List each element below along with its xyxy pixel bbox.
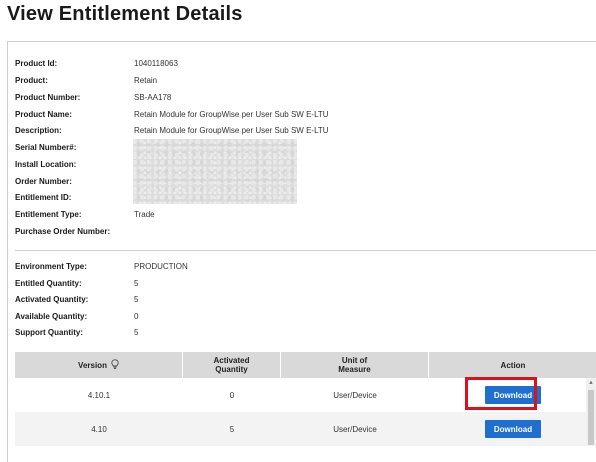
cell-version: 4.10.1: [87, 390, 111, 400]
scroll-up-icon[interactable]: ▲: [588, 380, 594, 386]
quantity-value: 5: [134, 328, 139, 337]
detail-label: Entitlement Type:: [15, 210, 82, 219]
detail-label: Product:: [15, 76, 48, 85]
lightbulb-icon[interactable]: [111, 358, 119, 372]
detail-label: Entitlement ID:: [15, 193, 72, 202]
table-header: Version Activated Quantity Unit of Measu…: [15, 352, 596, 378]
cell-unit-of-measure: User/Device: [333, 424, 377, 434]
detail-value: SB-AA178: [134, 93, 172, 102]
detail-label: Product Number:: [15, 93, 81, 102]
table-row: 4.10 5 User/Device Download: [15, 412, 596, 446]
highlight-box: [465, 377, 537, 410]
detail-value: Retain: [134, 76, 158, 85]
quantity-label: Activated Quantity:: [15, 295, 89, 304]
quantity-label: Support Quantity:: [15, 328, 83, 337]
cell-unit-of-measure: User/Device: [333, 390, 377, 400]
column-header-activated-quantity: Activated Quantity: [183, 352, 281, 378]
detail-label: Product Id:: [15, 59, 58, 68]
section-divider: [15, 250, 596, 251]
version-header-label: Version: [78, 360, 107, 370]
quantity-value: 5: [134, 279, 139, 288]
download-button[interactable]: Download: [485, 420, 541, 438]
quantity-value: 5: [134, 295, 139, 304]
cell-action: Download: [429, 412, 596, 446]
quantity-label: Entitled Quantity:: [15, 279, 82, 288]
header-line: Activated: [213, 356, 250, 365]
cell-activated-quantity: 0: [229, 390, 235, 400]
cell-version: 4.10: [91, 424, 107, 434]
column-header-version[interactable]: Version: [15, 352, 183, 378]
detail-value: 1040118063: [134, 59, 178, 68]
detail-value: Retain Module for GroupWise per User Sub…: [134, 110, 329, 119]
header-line: Unit of: [341, 356, 368, 365]
quantity-label: Available Quantity:: [15, 312, 88, 321]
quantity-value: PRODUCTION: [134, 262, 188, 271]
detail-value: Retain Module for GroupWise per User Sub…: [134, 126, 329, 135]
detail-label: Purchase Order Number:: [15, 227, 111, 236]
detail-label: Description:: [15, 126, 62, 135]
page-title: View Entitlement Details: [7, 3, 243, 25]
table-scrollbar[interactable]: ▲: [586, 378, 596, 445]
detail-label: Install Location:: [15, 160, 77, 169]
scroll-thumb[interactable]: [588, 390, 594, 445]
redacted-block: [133, 139, 297, 204]
quantity-value: 0: [134, 312, 139, 321]
detail-value: Trade: [134, 210, 155, 219]
header-line: Measure: [338, 365, 371, 374]
detail-label: Order Number:: [15, 177, 72, 186]
cell-activated-quantity: 5: [229, 424, 235, 434]
detail-label: Product Name:: [15, 110, 72, 119]
column-header-action: Action: [500, 360, 526, 370]
detail-label: Serial Number#:: [15, 143, 77, 152]
header-line: Quantity: [215, 365, 248, 374]
column-header-unit-of-measure: Unit of Measure: [281, 352, 429, 378]
quantity-label: Environment Type:: [15, 262, 87, 271]
